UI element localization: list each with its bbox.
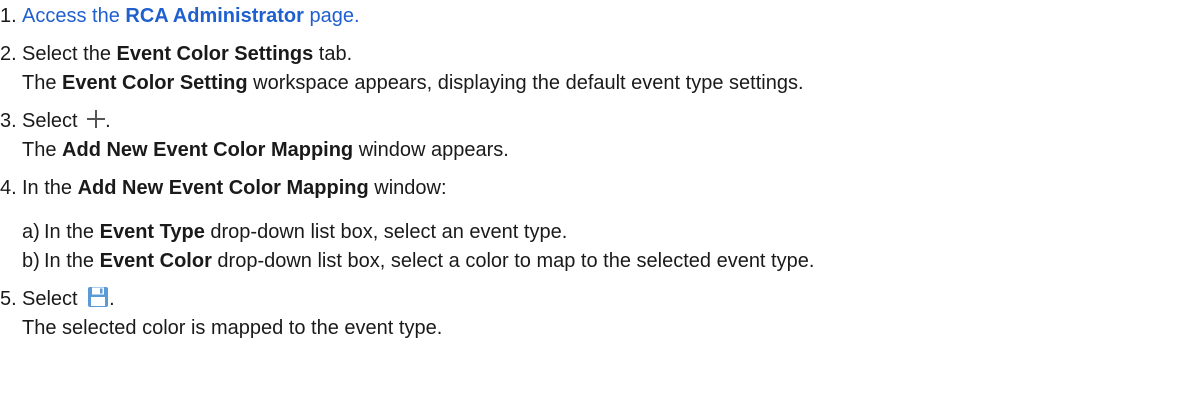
step-number: 1. [0, 5, 17, 27]
rca-administrator-link[interactable]: Access the RCA Administrator page. [22, 5, 360, 27]
substeps: a) In the Event Type drop-down list box,… [22, 218, 1194, 276]
substep-letter: a) [22, 221, 40, 243]
step-result: The selected color is mapped to the even… [22, 317, 443, 339]
step-number: 3. [0, 110, 17, 132]
step-4: 4. In the Add New Event Color Mapping wi… [0, 174, 1194, 276]
step-result: The Event Color Setting workspace appear… [22, 72, 804, 94]
step-number: 5. [0, 288, 17, 310]
step-1: 1. Access the RCA Administrator page. [0, 2, 1194, 31]
step-2: 2. Select the Event Color Settings tab. … [0, 40, 1194, 98]
step-instruction: Select . [22, 110, 111, 132]
substep-a: a) In the Event Type drop-down list box,… [22, 218, 1194, 247]
save-icon [88, 287, 109, 307]
step-3: 3. Select . The Add New Event Color Mapp… [0, 107, 1194, 165]
step-result: The Add New Event Color Mapping window a… [22, 139, 509, 161]
step-instruction: In the Add New Event Color Mapping windo… [22, 177, 447, 199]
step-instruction: Select . [22, 287, 115, 310]
procedure-steps: 1. Access the RCA Administrator page. 2.… [0, 2, 1194, 343]
step-number: 2. [0, 43, 17, 65]
substep-letter: b) [22, 250, 40, 272]
step-instruction: Select the Event Color Settings tab. [22, 43, 353, 65]
plus-icon [87, 110, 106, 128]
step-5: 5. Select . The selected color is mapped… [0, 285, 1194, 343]
step-number: 4. [0, 177, 17, 199]
substep-b: b) In the Event Color drop-down list box… [22, 247, 1194, 276]
